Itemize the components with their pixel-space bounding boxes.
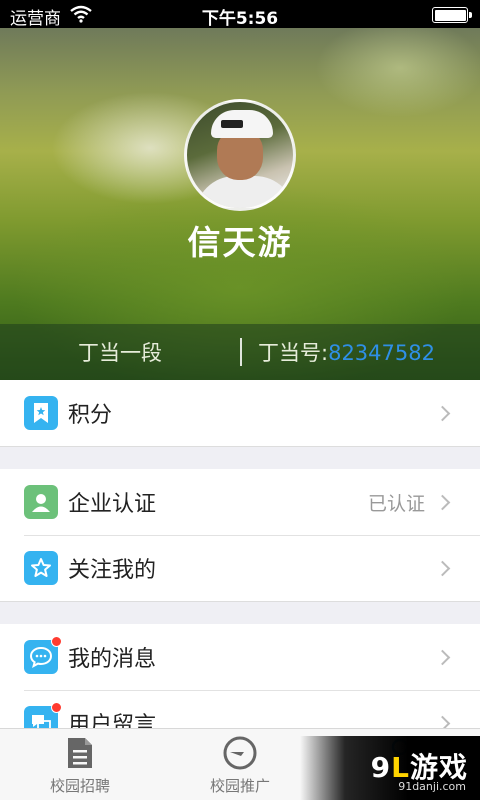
clock: 下午5:56 bbox=[201, 9, 279, 29]
chevron-right-icon bbox=[434, 405, 451, 421]
divider bbox=[240, 338, 242, 366]
section-gap bbox=[0, 447, 480, 469]
compass-icon bbox=[220, 735, 260, 771]
avatar[interactable] bbox=[184, 99, 296, 211]
menu-item-label: 积分 bbox=[68, 403, 113, 428]
menu-group-points: 积分 bbox=[0, 380, 480, 447]
username: 信天游 bbox=[187, 223, 293, 262]
settings-list: 积分 企业认证 已认证 关注我的 我的消息 用户留言 bbox=[0, 380, 480, 757]
chevron-right-icon bbox=[434, 649, 451, 665]
section-gap bbox=[0, 602, 480, 624]
rank-label: 丁当一段 bbox=[78, 341, 162, 365]
menu-item-company-verify[interactable]: 企业认证 已认证 bbox=[0, 469, 480, 535]
watermark-logo: 9L游戏 91danji.com bbox=[300, 736, 480, 800]
menu-item-my-messages[interactable]: 我的消息 bbox=[0, 624, 480, 690]
bookmark-icon bbox=[24, 396, 58, 430]
member-id: 丁当号:82347582 bbox=[242, 337, 480, 367]
verify-status: 已认证 bbox=[367, 492, 425, 515]
person-icon bbox=[24, 485, 58, 519]
chevron-right-icon bbox=[434, 560, 451, 576]
document-icon bbox=[60, 735, 100, 771]
tab-label: 校园推广 bbox=[209, 777, 270, 795]
menu-item-label: 我的消息 bbox=[68, 647, 157, 672]
tab-campus-recruit[interactable]: 校园招聘 bbox=[0, 729, 160, 800]
star-icon bbox=[24, 551, 58, 585]
menu-item-label: 企业认证 bbox=[68, 492, 157, 517]
menu-item-points[interactable]: 积分 bbox=[0, 380, 480, 446]
watermark-domain: 91danji.com bbox=[398, 780, 466, 793]
tab-campus-promo[interactable]: 校园推广 bbox=[160, 729, 320, 800]
menu-item-label: 关注我的 bbox=[68, 558, 157, 583]
member-id-number: 82347582 bbox=[328, 341, 435, 365]
tab-label: 校园招聘 bbox=[49, 777, 110, 795]
menu-group-account: 企业认证 已认证 关注我的 bbox=[0, 469, 480, 602]
member-id-label: 丁当号: bbox=[258, 341, 329, 365]
menu-item-following-me[interactable]: 关注我的 bbox=[0, 535, 480, 601]
unread-badge bbox=[51, 636, 62, 647]
chevron-right-icon bbox=[434, 494, 451, 510]
battery-icon bbox=[432, 7, 472, 23]
chat-bubble-icon bbox=[24, 636, 62, 674]
unread-badge bbox=[51, 702, 62, 713]
status-bar: 运营商 下午5:56 bbox=[0, 0, 480, 29]
profile-header: 信天游 丁当一段 丁当号:82347582 bbox=[0, 28, 480, 380]
rank-bar: 丁当一段 丁当号:82347582 bbox=[0, 324, 480, 380]
